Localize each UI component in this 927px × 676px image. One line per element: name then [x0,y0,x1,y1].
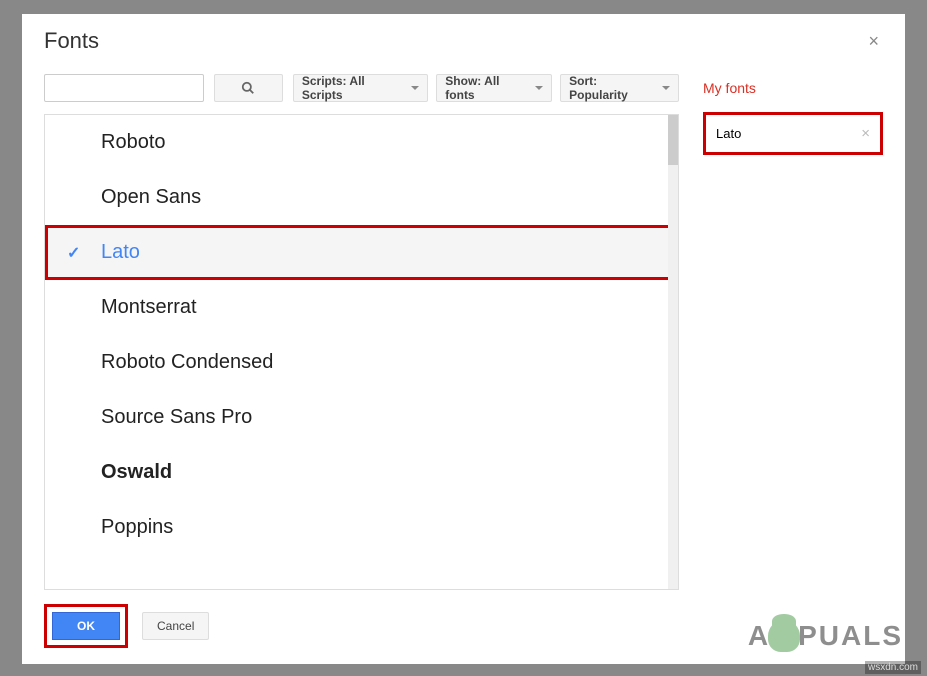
font-name: Source Sans Pro [101,406,252,428]
dialog-header: Fonts × [22,14,905,64]
font-name: Oswald [101,461,172,483]
caret-down-icon [662,86,670,90]
font-name: Lato [101,241,140,263]
scrollbar[interactable] [668,115,678,589]
attribution: wsxdn.com [865,661,921,674]
caret-down-icon [535,86,543,90]
font-item[interactable]: Oswald [45,445,678,500]
toolbar: Scripts: All Scripts Show: All fonts Sor… [44,74,679,102]
scrollbar-thumb[interactable] [668,115,678,165]
remove-font-icon[interactable]: × [861,125,870,142]
search-button[interactable] [214,74,283,102]
ok-highlight: OK [44,604,128,648]
cancel-button[interactable]: Cancel [142,612,209,640]
sort-label: Sort: Popularity [569,74,657,102]
font-item[interactable]: Roboto Condensed [45,335,678,390]
scripts-dropdown[interactable]: Scripts: All Scripts [293,74,428,102]
font-item[interactable]: Source Sans Pro [45,390,678,445]
font-item[interactable]: Roboto [45,115,678,170]
ok-button[interactable]: OK [52,612,120,640]
font-item[interactable]: Poppins [45,500,678,555]
show-dropdown[interactable]: Show: All fonts [436,74,552,102]
search-input[interactable] [44,74,204,102]
my-fonts-title: My fonts [703,74,883,96]
font-name: Poppins [101,516,173,538]
font-item[interactable]: Open Sans [45,170,678,225]
fonts-dialog: Fonts × Scripts: All Scripts Show: A [22,14,905,664]
font-name: Open Sans [101,186,201,208]
search-icon [241,81,255,95]
close-button[interactable]: × [864,28,883,54]
dialog-footer: OK Cancel [22,590,905,664]
caret-down-icon [411,86,419,90]
my-fonts-panel: My fonts Lato × [703,74,883,590]
my-font-name: Lato [716,126,741,141]
sort-dropdown[interactable]: Sort: Popularity [560,74,679,102]
font-name: Montserrat [101,296,197,318]
font-name: Roboto Condensed [101,351,273,373]
filter-group: Scripts: All Scripts Show: All fonts Sor… [293,74,679,102]
scripts-label: Scripts: All Scripts [302,74,406,102]
left-panel: Scripts: All Scripts Show: All fonts Sor… [44,74,679,590]
show-label: Show: All fonts [445,74,530,102]
font-item[interactable]: Montserrat [45,280,678,335]
font-list[interactable]: Roboto Open Sans ✓ Lato Montserrat Roboto Con… [44,114,679,590]
dialog-body: Scripts: All Scripts Show: All fonts Sor… [22,64,905,590]
my-font-item[interactable]: Lato × [703,112,883,155]
check-icon: ✓ [67,243,80,263]
font-name: Roboto [101,131,166,153]
dialog-title: Fonts [44,28,99,54]
font-item[interactable]: ✓ Lato [45,225,678,280]
